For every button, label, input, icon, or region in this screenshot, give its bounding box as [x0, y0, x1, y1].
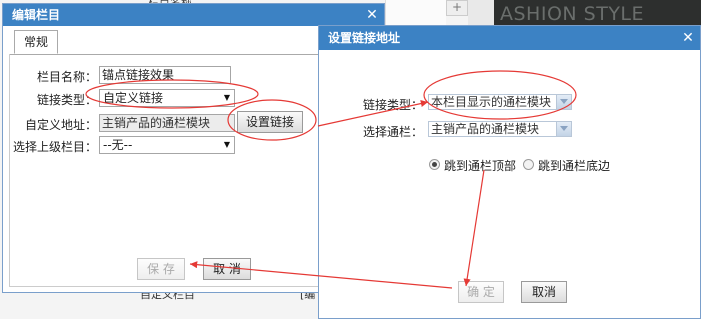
background-banner: ASHION STYLE — [494, 0, 701, 28]
confirm-button[interactable]: 确 定 — [458, 281, 504, 303]
section-value: 主销产品的通栏模块 — [431, 122, 540, 136]
link-type-select[interactable]: 本栏目显示的通栏模块 — [428, 94, 572, 110]
link-type-value: 自定义链接 — [103, 91, 164, 105]
cancel-button[interactable]: 取 消 — [203, 258, 251, 280]
cancel-button[interactable]: 取消 — [521, 281, 567, 303]
add-icon[interactable]: + — [446, 0, 468, 16]
section-select[interactable]: 主销产品的通栏模块 — [428, 121, 572, 137]
custom-url-label: 自定义地址： — [25, 118, 98, 132]
close-icon[interactable]: ✕ — [680, 26, 696, 50]
tab-general[interactable]: 常规 — [14, 30, 58, 54]
banner-text: ASHION STYLE — [500, 3, 645, 25]
dropdown-arrow-icon: ▼ — [223, 140, 230, 149]
dialog-title-bar[interactable]: 设置链接地址 — [319, 26, 700, 50]
radio-jump-bottom[interactable] — [523, 159, 534, 170]
column-name-input[interactable]: 锚点链接效果 — [99, 66, 231, 84]
link-type-select[interactable]: 自定义链接 ▼ — [99, 89, 235, 107]
dropdown-arrow-icon — [556, 122, 571, 136]
section-label: 选择通栏： — [363, 125, 424, 139]
radio-jump-top-label[interactable]: 跳到通栏顶部 — [444, 157, 516, 174]
dialog-title: 编辑栏目 — [12, 8, 61, 22]
dialog-title: 设置链接地址 — [328, 31, 401, 45]
column-name-label: 栏目名称： — [37, 70, 98, 84]
parent-column-label: 选择上级栏目： — [13, 140, 98, 154]
custom-url-input[interactable]: 主销产品的通栏模块 — [99, 114, 235, 132]
link-type-label: 链接类型： — [37, 93, 98, 107]
set-link-button[interactable]: 设置链接 — [237, 111, 303, 133]
link-type-value: 本栏目显示的通栏模块 — [431, 95, 552, 109]
dropdown-arrow-icon: ▼ — [223, 93, 230, 102]
dropdown-arrow-icon — [556, 95, 571, 109]
dialog-title-bar[interactable]: 编辑栏目 — [3, 4, 384, 26]
save-button[interactable]: 保 存 — [137, 258, 185, 280]
parent-column-select[interactable]: --无-- ▼ — [99, 136, 235, 154]
radio-jump-bottom-label[interactable]: 跳到通栏底边 — [538, 157, 610, 174]
link-type-label: 链接类型： — [363, 98, 424, 112]
parent-column-value: --无-- — [103, 138, 133, 152]
close-icon[interactable]: ✕ — [364, 4, 380, 26]
radio-jump-top[interactable] — [429, 159, 440, 170]
set-link-dialog: 设置链接地址 ✕ 链接类型： 本栏目显示的通栏模块 选择通栏： 主销产品的通栏模… — [318, 25, 701, 319]
